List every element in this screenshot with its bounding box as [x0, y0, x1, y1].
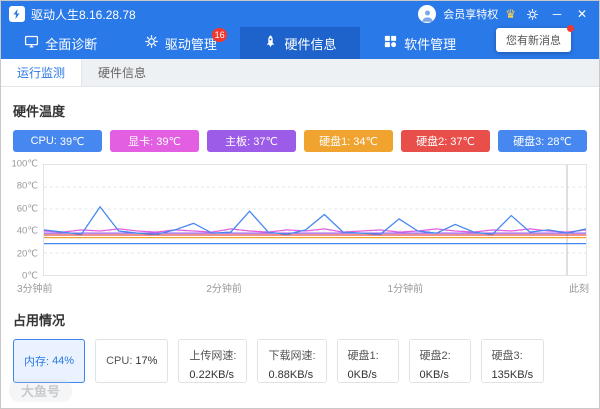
card-label: 硬盘1:: [348, 350, 379, 362]
tooltip-text: 您有新消息: [506, 35, 561, 47]
card-label: 上传网速:: [189, 350, 236, 362]
driver-update-badge: 16: [212, 28, 227, 42]
minimize-button[interactable]: ─: [548, 7, 566, 21]
badge-value: 37℃: [253, 135, 278, 148]
usage-cards: 内存: 44% CPU: 17% 上传网速: 0.22KB/s 下载网速: 0.…: [13, 339, 587, 383]
temperature-chart-area: 100℃ 80℃ 60℃ 40℃ 20℃ 0℃ 3分钟前 2分钟前 1分钟前 此…: [13, 164, 587, 296]
settings-gear-icon[interactable]: [523, 8, 541, 21]
card-value: 17%: [135, 355, 157, 367]
card-label: 内存:: [24, 353, 49, 369]
usage-card-download[interactable]: 下载网速: 0.88KB/s: [257, 339, 326, 383]
usage-card-cpu[interactable]: CPU: 17%: [95, 339, 168, 383]
card-label: CPU:: [106, 355, 132, 367]
badge-value: 39℃: [156, 135, 181, 148]
temp-badge-cpu: CPU:39℃: [13, 130, 102, 152]
tab-label: 驱动管理: [165, 34, 217, 53]
card-value: 0KB/s: [348, 369, 388, 381]
member-privilege-label[interactable]: 会员享特权: [443, 6, 498, 22]
temp-badge-gpu: 显卡:39℃: [110, 130, 199, 152]
badge-label: CPU:: [31, 135, 57, 147]
x-tick: 2分钟前: [206, 280, 242, 295]
sub-nav: 运行监测 硬件信息: [1, 59, 599, 87]
temperature-chart: [44, 165, 586, 275]
card-label: 硬盘2:: [420, 350, 451, 362]
tab-label: 硬件信息: [284, 34, 336, 53]
tab-hardware-info[interactable]: 硬件信息: [240, 27, 360, 59]
app-grid-icon: [383, 34, 398, 52]
monitor-icon: [24, 34, 39, 52]
badge-label: 硬盘1:: [319, 133, 350, 149]
badge-label: 主板:: [225, 133, 250, 149]
tab-label: 全面诊断: [45, 34, 97, 53]
notification-dot: [567, 25, 574, 32]
watermark: 大鱼号: [9, 379, 72, 402]
app-window: 驱动人生8.16.28.78 会员享特权 ♛ ─ ✕ 您有新消息 全面诊断: [0, 0, 600, 409]
badge-value: 39℃: [60, 135, 85, 148]
tab-full-diagnosis[interactable]: 全面诊断: [1, 27, 121, 59]
chart-plot: [43, 164, 587, 276]
badge-label: 硬盘2:: [416, 133, 447, 149]
usage-card-disk2[interactable]: 硬盘2: 0KB/s: [409, 339, 471, 383]
usage-card-upload[interactable]: 上传网速: 0.22KB/s: [178, 339, 247, 383]
app-logo-icon: [9, 6, 25, 22]
x-tick: 3分钟前: [17, 280, 53, 295]
temp-badge-disk1: 硬盘1:34℃: [304, 130, 393, 152]
card-value: 0KB/s: [420, 369, 460, 381]
subtab-running-monitor[interactable]: 运行监测: [1, 59, 82, 86]
usage-section-title: 占用情况: [13, 310, 587, 329]
x-tick: 1分钟前: [388, 280, 424, 295]
temp-badge-disk3: 硬盘3:28℃: [498, 130, 587, 152]
usage-card-memory[interactable]: 内存: 44%: [13, 339, 85, 383]
window-title: 驱动人生8.16.28.78: [31, 6, 136, 23]
badge-value: 37℃: [450, 135, 475, 148]
badge-label: 硬盘3:: [513, 133, 544, 149]
y-tick: 20℃: [17, 248, 38, 259]
y-tick: 60℃: [17, 203, 38, 214]
usage-card-disk1[interactable]: 硬盘1: 0KB/s: [337, 339, 399, 383]
usage-card-disk3[interactable]: 硬盘3: 135KB/s: [481, 339, 545, 383]
main-content: 硬件温度 CPU:39℃ 显卡:39℃ 主板:37℃ 硬盘1:34℃ 硬盘2:3…: [1, 101, 599, 383]
close-button[interactable]: ✕: [573, 7, 591, 21]
y-tick: 100℃: [11, 159, 38, 170]
chart-y-axis: 100℃ 80℃ 60℃ 40℃ 20℃ 0℃: [13, 164, 43, 276]
card-value: 0.88KB/s: [268, 369, 315, 381]
temp-badge-motherboard: 主板:37℃: [207, 130, 296, 152]
chart-x-axis: 3分钟前 2分钟前 1分钟前 此刻: [43, 280, 587, 296]
gear-icon: [144, 34, 159, 52]
y-tick: 40℃: [17, 226, 38, 237]
titlebar-left: 驱动人生8.16.28.78: [9, 6, 136, 23]
x-tick: 此刻: [569, 280, 589, 295]
crown-icon: ♛: [505, 8, 516, 20]
badge-value: 34℃: [353, 135, 378, 148]
tab-driver-management[interactable]: 驱动管理 16: [121, 27, 241, 59]
titlebar: 驱动人生8.16.28.78 会员享特权 ♛ ─ ✕: [1, 1, 599, 27]
badge-label: 显卡:: [128, 133, 153, 149]
card-value: 135KB/s: [492, 369, 534, 381]
new-message-tooltip[interactable]: 您有新消息: [496, 28, 571, 52]
card-label: 硬盘3:: [492, 350, 523, 362]
temperature-badges: CPU:39℃ 显卡:39℃ 主板:37℃ 硬盘1:34℃ 硬盘2:37℃ 硬盘…: [13, 130, 587, 152]
titlebar-right: 会员享特权 ♛ ─ ✕: [418, 5, 591, 23]
card-label: 下载网速:: [268, 350, 315, 362]
temperature-section-title: 硬件温度: [13, 101, 587, 120]
tab-software-management[interactable]: 软件管理: [360, 27, 480, 59]
rocket-icon: [263, 34, 278, 52]
tab-label: 软件管理: [404, 34, 456, 53]
card-value: 44%: [52, 355, 74, 367]
subtab-hardware-info[interactable]: 硬件信息: [82, 59, 162, 86]
temp-badge-disk2: 硬盘2:37℃: [401, 130, 490, 152]
user-avatar[interactable]: [418, 5, 436, 23]
y-tick: 80℃: [17, 181, 38, 192]
card-value: 0.22KB/s: [189, 369, 236, 381]
badge-value: 28℃: [547, 135, 572, 148]
